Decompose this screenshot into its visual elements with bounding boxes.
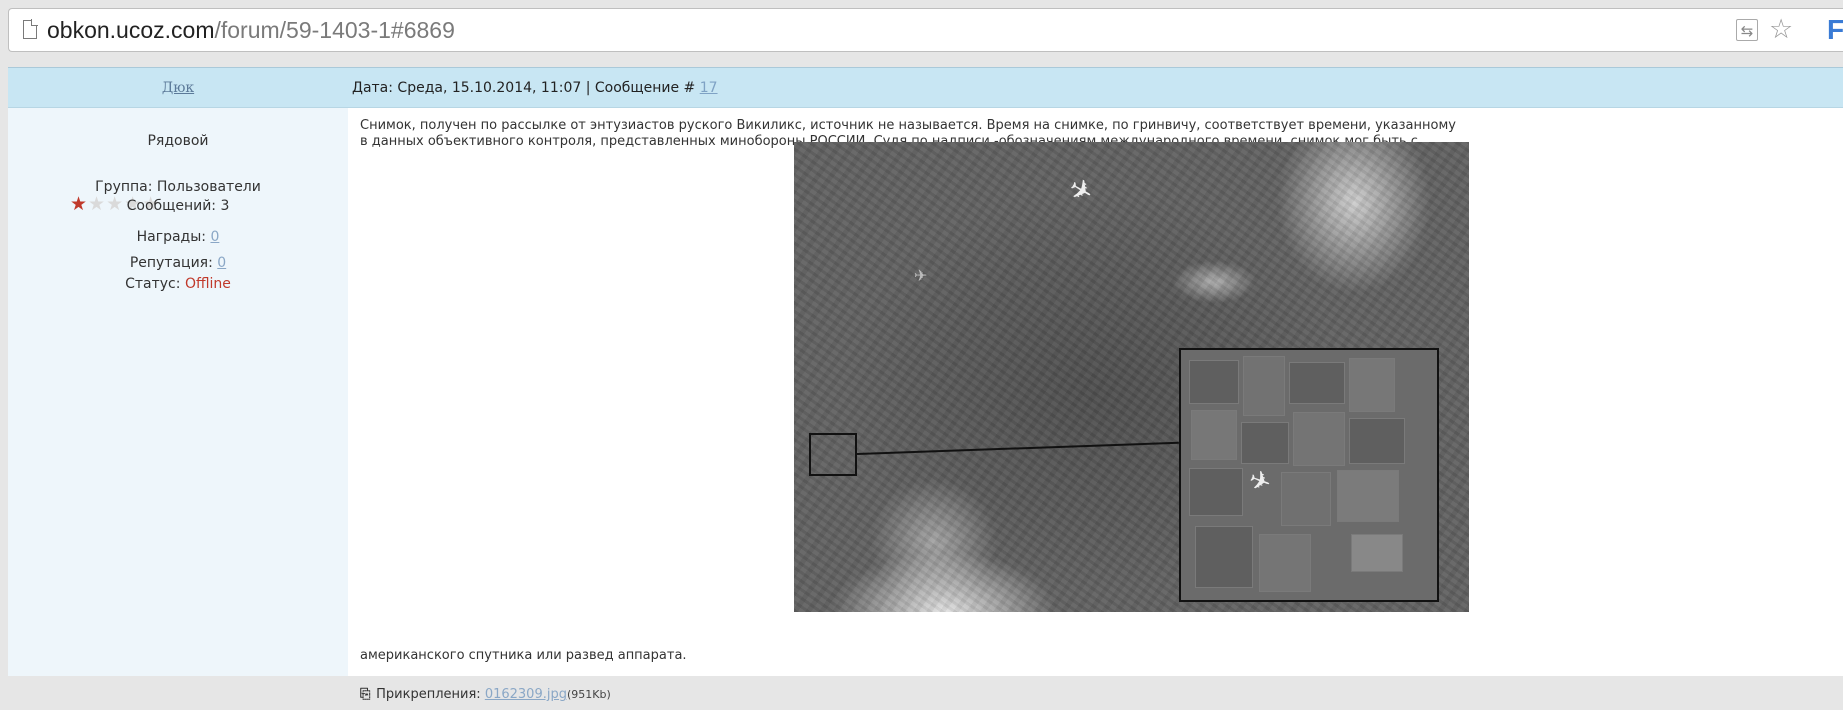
field-patch	[1189, 360, 1239, 404]
user-group: Группа: Пользователи	[95, 179, 261, 195]
bookmark-star-icon[interactable]: ☆	[1769, 15, 1793, 45]
reputation-label: Репутация:	[129, 255, 218, 271]
url-text[interactable]: obkon.ucoz.com/forum/59-1403-1#6869	[47, 17, 455, 43]
browser-window: obkon.ucoz.com/forum/59-1403-1#6869 ⇆ ☆ …	[0, 0, 1843, 710]
field-patch	[1289, 362, 1345, 404]
page-icon	[23, 19, 38, 39]
attachment-link[interactable]: 0162309.jpg	[485, 687, 567, 702]
user-rank: Рядовой	[147, 133, 209, 149]
field-patch	[1293, 412, 1345, 466]
user-info-panel: Рядовой ★★★★★ Группа: Пользователи Сообщ…	[8, 108, 348, 676]
field-patch	[1351, 534, 1403, 572]
airplane-icon: ✈	[914, 266, 928, 285]
post-header: Дюк Дата: Среда, 15.10.2014, 11:07 | Соо…	[8, 67, 1843, 108]
post-text-line: Снимок, получен по рассылке от энтузиаст…	[360, 118, 1456, 133]
field-patch	[1349, 358, 1395, 412]
status-badge: Offline	[184, 276, 231, 292]
status-label: Статус:	[125, 276, 185, 292]
satellite-image[interactable]: ✈ ✈ ✈	[794, 142, 1469, 612]
user-reputation: Репутация: 0	[8, 255, 348, 271]
post-meta: Дата: Среда, 15.10.2014, 11:07 | Сообщен…	[352, 68, 718, 108]
attachment-label: Прикрепления:	[376, 687, 485, 702]
translate-icon[interactable]: ⇆	[1736, 19, 1758, 41]
paperclip-icon: ⎘	[360, 687, 371, 702]
field-patch	[1349, 418, 1405, 464]
field-patch	[1191, 410, 1237, 460]
post-date: Дата: Среда, 15.10.2014, 11:07 | Сообщен…	[352, 80, 700, 96]
attachment-row: ⎘ Прикрепления: 0162309.jpg(951Kb)	[360, 687, 611, 702]
url-path: /forum/59-1403-1#6869	[214, 17, 455, 43]
field-patch	[1281, 472, 1331, 526]
reputation-link[interactable]: 0	[217, 255, 226, 271]
user-awards: Награды: 0	[8, 229, 348, 245]
field-patch	[1189, 468, 1243, 516]
url-host: obkon.ucoz.com	[47, 17, 215, 43]
author-name-link[interactable]: Дюк	[8, 68, 348, 108]
field-patch	[1243, 356, 1285, 416]
post-text-end: американского спутника или развед аппара…	[360, 648, 687, 663]
field-patch	[1241, 422, 1289, 464]
extension-icon[interactable]: F	[1827, 15, 1843, 45]
awards-link[interactable]: 0	[210, 229, 219, 245]
zoom-inset: ✈	[1179, 348, 1439, 602]
highlight-box	[809, 433, 857, 476]
message-number-link[interactable]: 17	[700, 80, 718, 96]
airplane-icon: ✈	[1244, 464, 1276, 500]
address-bar[interactable]: obkon.ucoz.com/forum/59-1403-1#6869 ⇆ ☆ …	[8, 8, 1843, 52]
field-patch	[1195, 526, 1253, 588]
user-status: Статус: Offline	[8, 276, 348, 292]
field-patch	[1337, 470, 1399, 522]
user-messages: Сообщений: 3	[126, 198, 230, 214]
field-patch	[1259, 534, 1311, 592]
awards-label: Награды:	[136, 229, 211, 245]
attachment-size: (951Kb)	[566, 688, 611, 701]
